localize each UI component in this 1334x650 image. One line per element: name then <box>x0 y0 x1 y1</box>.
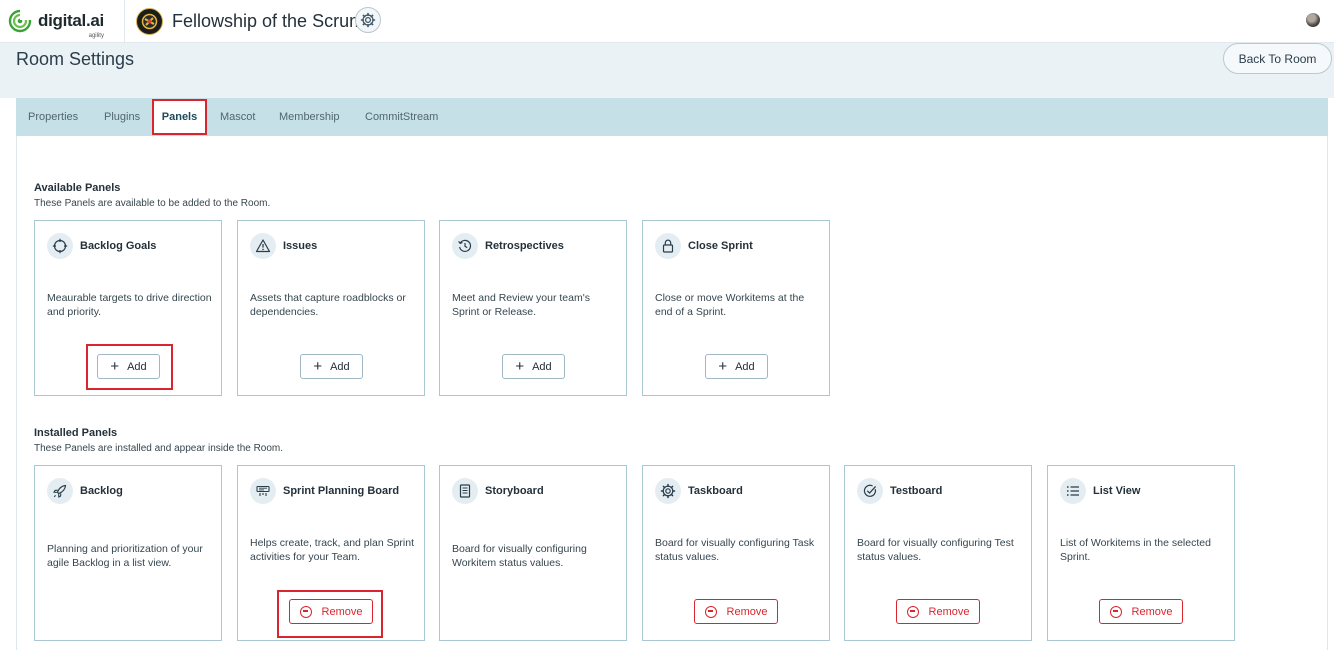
add-label: Add <box>330 360 350 373</box>
remove-label: Remove <box>321 605 363 618</box>
gear-icon <box>360 12 376 28</box>
card-title: Retrospectives <box>485 240 564 252</box>
check-circle-icon <box>857 478 883 504</box>
card-title: Storyboard <box>485 485 544 497</box>
add-label: Add <box>127 360 147 373</box>
tab-plugins[interactable]: Plugins <box>104 98 140 136</box>
card-title: Issues <box>283 240 318 252</box>
brand-subtext: agility <box>88 33 104 39</box>
team-mascot-icon <box>141 13 158 30</box>
tab-commitstream[interactable]: CommitStream <box>365 98 438 136</box>
remove-testboard-button[interactable]: Remove <box>896 599 980 624</box>
add-backlog-goals-button[interactable]: + Add <box>97 354 160 379</box>
available-panel-card: Close Sprint Close or move Workitems at … <box>642 220 830 396</box>
page-title: Room Settings <box>16 49 135 69</box>
available-panel-card: Retrospectives Meet and Review your team… <box>439 220 627 396</box>
plus-icon: + <box>313 357 323 375</box>
card-description: Board for visually configuring Task stat… <box>655 537 815 563</box>
tab-mascot[interactable]: Mascot <box>220 98 255 136</box>
card-description: Board for visually configuring Test stat… <box>857 537 1014 563</box>
storyboard-icon <box>452 478 478 504</box>
topbar-divider <box>124 0 125 43</box>
minus-circle-icon <box>704 605 717 618</box>
available-panel-card: Issues Assets that capture roadblocks or… <box>237 220 425 396</box>
planning-board-icon <box>250 478 276 504</box>
team-settings-button[interactable] <box>355 7 381 33</box>
installed-panel-card: Storyboard Board for visually configurin… <box>439 465 627 641</box>
installed-panel-card: Backlog Planning and prioritization of y… <box>34 465 222 641</box>
minus-circle-icon <box>299 605 312 618</box>
brand-swirl-icon <box>8 9 32 33</box>
minus-circle-icon <box>1109 605 1122 618</box>
plus-icon: + <box>718 357 728 375</box>
tab-properties[interactable]: Properties <box>28 98 78 136</box>
team-name: Fellowship of the Scrum <box>172 11 365 31</box>
installed-panels-subtitle: These Panels are installed and appear in… <box>34 443 284 454</box>
plus-icon: + <box>110 357 120 375</box>
gear-icon <box>655 478 681 504</box>
installed-panels-heading: Installed Panels <box>34 427 118 439</box>
target-icon <box>47 233 73 259</box>
card-description: Meet and Review your team's Sprint or Re… <box>452 292 590 318</box>
add-close-sprint-button[interactable]: + Add <box>705 354 768 379</box>
brand-word-text: digital.ai <box>38 11 104 30</box>
card-title: Close Sprint <box>688 240 753 252</box>
available-panels-heading: Available Panels <box>34 182 121 194</box>
card-title: Testboard <box>890 485 943 497</box>
card-description: Helps create, track, and plan Sprint act… <box>250 537 415 563</box>
card-title: Taskboard <box>688 485 743 497</box>
card-title: Backlog <box>80 485 123 497</box>
remove-list-view-button[interactable]: Remove <box>1099 599 1183 624</box>
installed-panel-card: List View List of Workitems in the selec… <box>1047 465 1235 641</box>
settings-tab-bar: Properties Plugins Panels Mascot Members… <box>16 98 1328 136</box>
warning-icon <box>250 233 276 259</box>
card-description: List of Workitems in the selected Sprint… <box>1060 537 1211 563</box>
available-panel-card: Backlog Goals Meaurable targets to drive… <box>34 220 222 396</box>
card-description: Planning and prioritization of your agil… <box>47 543 203 569</box>
installed-panel-card: Sprint Planning Board Helps create, trac… <box>237 465 425 641</box>
available-panels-subtitle: These Panels are available to be added t… <box>34 198 271 209</box>
installed-panel-card: Taskboard Board for visually configuring… <box>642 465 830 641</box>
list-icon <box>1060 478 1086 504</box>
team-avatar[interactable] <box>136 8 163 35</box>
add-label: Add <box>735 360 755 373</box>
user-avatar[interactable] <box>1306 13 1320 27</box>
card-title: Sprint Planning Board <box>283 485 400 497</box>
lock-icon <box>655 233 681 259</box>
remove-label: Remove <box>1131 605 1173 618</box>
top-bar: digital.ai agility Fellowship of the Scr… <box>0 0 1334 43</box>
brand-logo[interactable]: digital.ai agility <box>8 7 104 39</box>
rocket-icon <box>47 478 73 504</box>
card-title: List View <box>1093 485 1141 497</box>
card-description: Assets that capture roadblocks or depend… <box>250 292 406 318</box>
add-issues-button[interactable]: + Add <box>300 354 363 379</box>
tab-membership[interactable]: Membership <box>279 98 340 136</box>
brand-wordmark: digital.ai agility <box>38 11 104 39</box>
installed-panel-card: Testboard Board for visually configuring… <box>844 465 1032 641</box>
minus-circle-icon <box>906 605 919 618</box>
add-label: Add <box>532 360 552 373</box>
card-description: Meaurable targets to drive direction and… <box>47 292 212 318</box>
card-title: Backlog Goals <box>80 240 157 252</box>
history-icon <box>452 233 478 259</box>
card-description: Board for visually configuring Workitem … <box>452 543 587 569</box>
remove-taskboard-button[interactable]: Remove <box>694 599 778 624</box>
remove-label: Remove <box>726 605 768 618</box>
remove-label: Remove <box>928 605 970 618</box>
plus-icon: + <box>515 357 525 375</box>
tab-panels[interactable]: Panels <box>152 99 207 135</box>
page-header <box>0 43 1334 98</box>
back-to-room-button[interactable]: Back To Room <box>1223 43 1332 74</box>
card-description: Close or move Workitems at the end of a … <box>655 292 805 318</box>
remove-sprint-planning-board-button[interactable]: Remove <box>289 599 373 624</box>
add-retrospectives-button[interactable]: + Add <box>502 354 565 379</box>
